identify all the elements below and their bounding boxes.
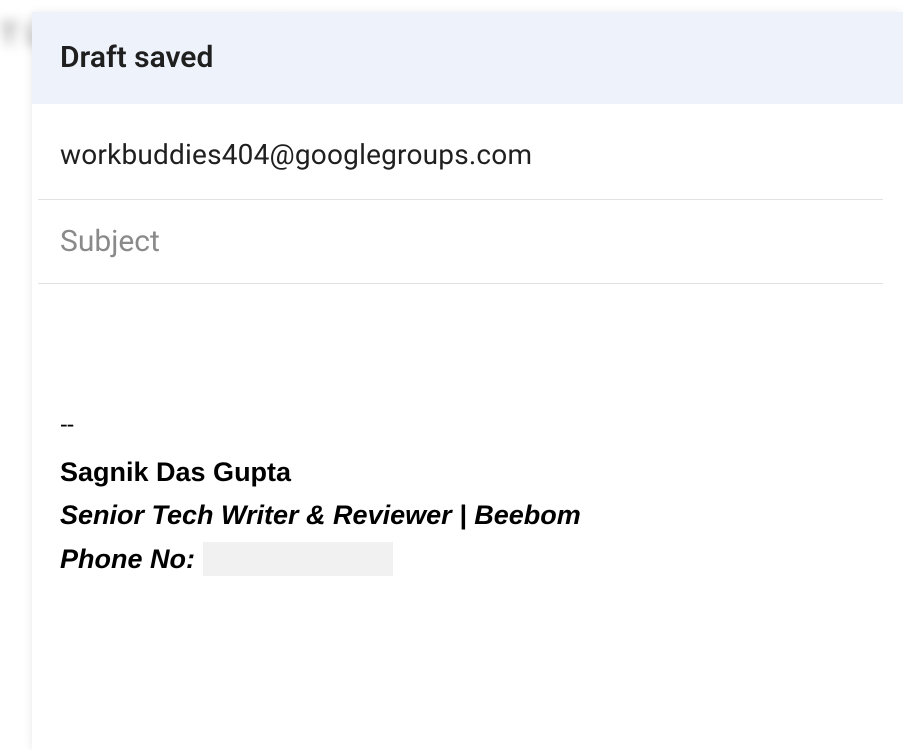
compose-body-content[interactable]: -- Sagnik Das Gupta Senior Tech Writer &… [60, 312, 875, 612]
signature-name: Sagnik Das Gupta [60, 453, 875, 496]
compose-header: Draft saved [32, 12, 903, 104]
recipient-chip-text: workbuddies404@googlegroups.com [60, 138, 532, 171]
compose-status-title: Draft saved [60, 40, 213, 75]
subject-field-row [38, 200, 883, 284]
recipients-field[interactable]: workbuddies404@googlegroups.com [38, 104, 883, 200]
subject-input[interactable] [60, 224, 855, 259]
signature-separator: -- [60, 408, 875, 453]
compose-window: Draft saved workbuddies404@googlegroups.… [32, 12, 903, 750]
redacted-phone-number [203, 542, 393, 576]
signature-job-title: Senior Tech Writer & Reviewer | Beebom [60, 496, 875, 539]
compose-body-area[interactable]: -- Sagnik Das Gupta Senior Tech Writer &… [32, 284, 903, 612]
signature-phone-label: Phone No: [60, 540, 195, 579]
signature-phone-line: Phone No: [60, 540, 875, 579]
